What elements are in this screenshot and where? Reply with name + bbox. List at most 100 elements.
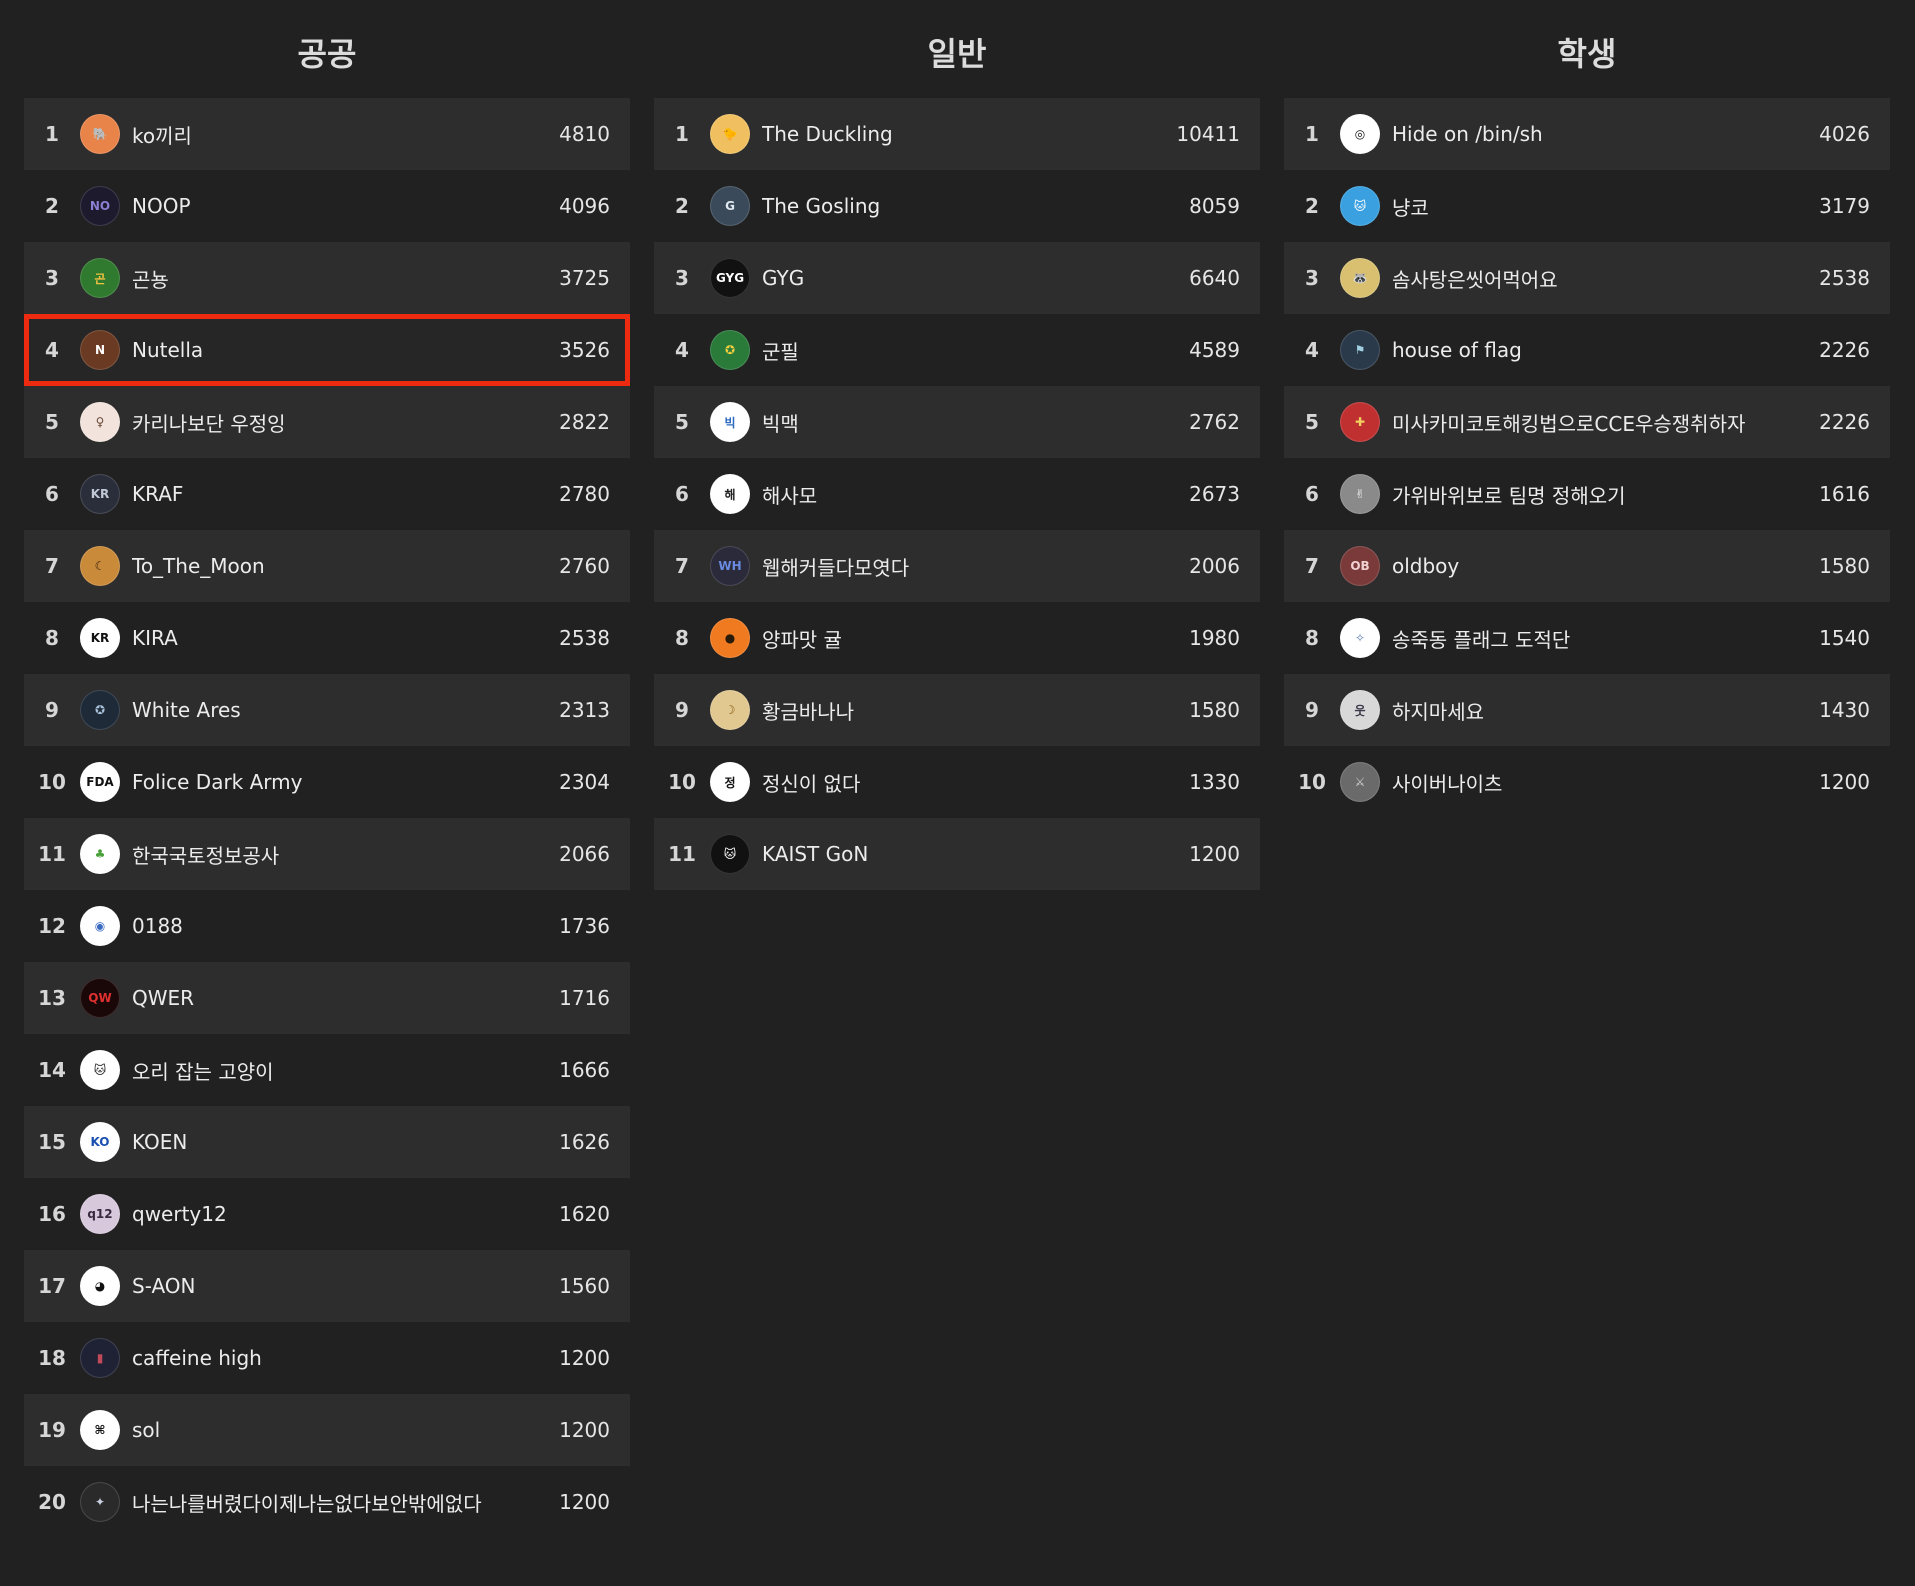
team-avatar-icon[interactable]: 웃	[1340, 690, 1380, 730]
team-row[interactable]: 6 ✌ 가위바위보로 팀명 정해오기 1616	[1284, 458, 1890, 530]
team-avatar-icon[interactable]: ⚑	[1340, 330, 1380, 370]
team-avatar-icon[interactable]: ✧	[1340, 618, 1380, 658]
team-avatar-icon[interactable]: ◕	[80, 1266, 120, 1306]
team-row[interactable]: 3 GYG GYG 6640	[654, 242, 1260, 314]
team-avatar-icon[interactable]: OB	[1340, 546, 1380, 586]
team-row[interactable]: 16 q12 qwerty12 1620	[24, 1178, 630, 1250]
team-avatar-icon[interactable]: G	[710, 186, 750, 226]
team-row[interactable]: 8 ● 양파맛 귤 1980	[654, 602, 1260, 674]
team-name[interactable]: To_The_Moon	[132, 554, 490, 578]
team-avatar-icon[interactable]: WH	[710, 546, 750, 586]
team-avatar-icon[interactable]: ☽	[710, 690, 750, 730]
team-row[interactable]: 20 ✦ 나는나를버렸다이제나는없다보안밖에없다 1200	[24, 1466, 630, 1538]
team-name[interactable]: oldboy	[1392, 554, 1750, 578]
team-row[interactable]: 14 🐱 오리 잡는 고양이 1666	[24, 1034, 630, 1106]
team-avatar-icon[interactable]: ☾	[80, 546, 120, 586]
team-avatar-icon[interactable]: N	[80, 330, 120, 370]
team-name[interactable]: 카리나보단 우정잉	[132, 408, 490, 437]
team-row[interactable]: 2 🐱 냥코 3179	[1284, 170, 1890, 242]
team-name[interactable]: Nutella	[132, 338, 490, 362]
team-avatar-icon[interactable]: KO	[80, 1122, 120, 1162]
team-avatar-icon[interactable]: 해	[710, 474, 750, 514]
team-name[interactable]: GYG	[762, 266, 1120, 290]
team-row[interactable]: 2 NO NOOP 4096	[24, 170, 630, 242]
team-avatar-icon[interactable]: ♀	[80, 402, 120, 442]
team-name[interactable]: KIRA	[132, 626, 490, 650]
team-row[interactable]: 7 OB oldboy 1580	[1284, 530, 1890, 602]
team-avatar-icon[interactable]: 🐘	[80, 114, 120, 154]
team-name[interactable]: KOEN	[132, 1130, 490, 1154]
team-name[interactable]: 빅맥	[762, 408, 1120, 437]
team-name[interactable]: 미사카미코토해킹법으로CCE우승쟁취하자	[1392, 408, 1750, 437]
team-row[interactable]: 5 ✚ 미사카미코토해킹법으로CCE우승쟁취하자 2226	[1284, 386, 1890, 458]
team-avatar-icon[interactable]: 빅	[710, 402, 750, 442]
team-avatar-icon[interactable]: ◉	[80, 906, 120, 946]
team-name[interactable]: 양파맛 귤	[762, 624, 1120, 653]
team-name[interactable]: 해사모	[762, 480, 1120, 509]
team-row[interactable]: 6 해 해사모 2673	[654, 458, 1260, 530]
team-name[interactable]: 0188	[132, 914, 490, 938]
team-name[interactable]: S-AON	[132, 1274, 490, 1298]
team-name[interactable]: caffeine high	[132, 1346, 490, 1370]
team-row[interactable]: 3 곤 곤뇽 3725	[24, 242, 630, 314]
team-name[interactable]: Hide on /bin/sh	[1392, 122, 1750, 146]
team-avatar-icon[interactable]: ✪	[710, 330, 750, 370]
team-row[interactable]: 9 웃 하지마세요 1430	[1284, 674, 1890, 746]
team-name[interactable]: 나는나를버렸다이제나는없다보안밖에없다	[132, 1488, 490, 1517]
team-row[interactable]: 1 ◎ Hide on /bin/sh 4026	[1284, 98, 1890, 170]
team-row[interactable]: 10 정 정신이 없다 1330	[654, 746, 1260, 818]
team-avatar-icon[interactable]: FDA	[80, 762, 120, 802]
team-avatar-icon[interactable]: 🦝	[1340, 258, 1380, 298]
team-row[interactable]: 10 ⚔ 사이버나이츠 1200	[1284, 746, 1890, 818]
team-name[interactable]: 송죽동 플래그 도적단	[1392, 624, 1750, 653]
team-avatar-icon[interactable]: KR	[80, 474, 120, 514]
team-name[interactable]: Folice Dark Army	[132, 770, 490, 794]
team-row[interactable]: 4 ⚑ house of flag 2226	[1284, 314, 1890, 386]
team-row[interactable]: 11 🐱 KAIST GoN 1200	[654, 818, 1260, 890]
team-avatar-icon[interactable]: ✦	[80, 1482, 120, 1522]
team-avatar-icon[interactable]: 🐤	[710, 114, 750, 154]
team-avatar-icon[interactable]: ✪	[80, 690, 120, 730]
team-name[interactable]: White Ares	[132, 698, 490, 722]
team-name[interactable]: 하지마세요	[1392, 696, 1750, 725]
team-row[interactable]: 6 KR KRAF 2780	[24, 458, 630, 530]
team-name[interactable]: NOOP	[132, 194, 490, 218]
team-avatar-icon[interactable]: ⌘	[80, 1410, 120, 1450]
team-name[interactable]: 한국국토정보공사	[132, 840, 490, 869]
team-row[interactable]: 4 ✪ 군필 4589	[654, 314, 1260, 386]
team-avatar-icon[interactable]: 🐱	[1340, 186, 1380, 226]
team-name[interactable]: QWER	[132, 986, 490, 1010]
team-avatar-icon[interactable]: KR	[80, 618, 120, 658]
team-name[interactable]: 정신이 없다	[762, 768, 1120, 797]
team-row[interactable]: 11 ♣ 한국국토정보공사 2066	[24, 818, 630, 890]
team-avatar-icon[interactable]: ♣	[80, 834, 120, 874]
team-row[interactable]: 18 ▮ caffeine high 1200	[24, 1322, 630, 1394]
team-row[interactable]: 9 ☽ 황금바나나 1580	[654, 674, 1260, 746]
team-avatar-icon[interactable]: 🐱	[710, 834, 750, 874]
team-name[interactable]: 솜사탕은씻어먹어요	[1392, 264, 1750, 293]
team-name[interactable]: The Gosling	[762, 194, 1120, 218]
team-name[interactable]: 황금바나나	[762, 696, 1120, 725]
team-row[interactable]: 5 빅 빅맥 2762	[654, 386, 1260, 458]
team-avatar-icon[interactable]: ●	[710, 618, 750, 658]
team-name[interactable]: sol	[132, 1418, 490, 1442]
team-avatar-icon[interactable]: 🐱	[80, 1050, 120, 1090]
team-avatar-icon[interactable]: GYG	[710, 258, 750, 298]
team-avatar-icon[interactable]: 정	[710, 762, 750, 802]
team-name[interactable]: 웹해커들다모엿다	[762, 552, 1120, 581]
team-name[interactable]: KRAF	[132, 482, 490, 506]
team-name[interactable]: KAIST GoN	[762, 842, 1120, 866]
team-row-highlighted[interactable]: 4 N Nutella 3526	[24, 314, 630, 386]
team-name[interactable]: 사이버나이츠	[1392, 768, 1750, 797]
team-avatar-icon[interactable]: QW	[80, 978, 120, 1018]
team-row[interactable]: 8 ✧ 송죽동 플래그 도적단 1540	[1284, 602, 1890, 674]
team-row[interactable]: 19 ⌘ sol 1200	[24, 1394, 630, 1466]
team-name[interactable]: ko끼리	[132, 120, 490, 149]
team-name[interactable]: house of flag	[1392, 338, 1750, 362]
team-name[interactable]: 군필	[762, 336, 1120, 365]
team-row[interactable]: 2 G The Gosling 8059	[654, 170, 1260, 242]
team-row[interactable]: 1 🐤 The Duckling 10411	[654, 98, 1260, 170]
team-row[interactable]: 17 ◕ S-AON 1560	[24, 1250, 630, 1322]
team-avatar-icon[interactable]: q12	[80, 1194, 120, 1234]
team-name[interactable]: qwerty12	[132, 1202, 490, 1226]
